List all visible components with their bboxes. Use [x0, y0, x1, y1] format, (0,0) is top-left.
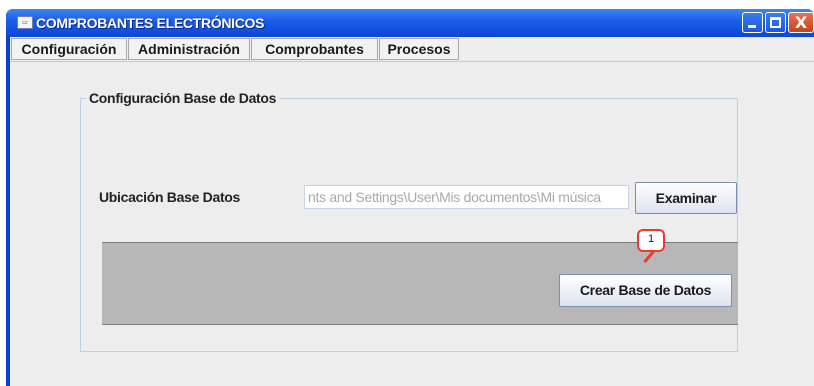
database-location-label: Ubicación Base Datos	[99, 189, 241, 205]
menu-administracion[interactable]: Administración	[128, 38, 250, 60]
close-button[interactable]: X	[788, 12, 814, 33]
title-bar[interactable]: ▭ COMPROBANTES ELECTRÓNICOS X	[6, 9, 814, 37]
app-window: ▭ COMPROBANTES ELECTRÓNICOS X Configurac…	[6, 9, 814, 386]
window-title: COMPROBANTES ELECTRÓNICOS	[36, 15, 265, 31]
create-database-button[interactable]: Crear Base de Datos	[559, 274, 732, 307]
maximize-button[interactable]	[765, 12, 786, 33]
minimize-button[interactable]	[742, 12, 763, 33]
menu-bar: Configuración Administración Comprobante…	[10, 37, 814, 62]
step-callout-badge: 1	[637, 229, 665, 252]
window-content: Configuración Administración Comprobante…	[10, 37, 814, 386]
minimize-icon	[748, 25, 756, 28]
close-icon: X	[794, 13, 808, 32]
menu-comprobantes[interactable]: Comprobantes	[251, 38, 378, 60]
browse-button[interactable]: Examinar	[635, 182, 737, 214]
panel-title: Configuración Base de Datos	[86, 90, 280, 106]
menu-configuracion[interactable]: Configuración	[11, 38, 127, 60]
maximize-icon	[770, 17, 781, 28]
database-path-field[interactable]: nts and Settings\User\Mis documentos\Mi …	[304, 185, 629, 209]
app-icon: ▭	[17, 16, 33, 29]
menu-procesos[interactable]: Procesos	[379, 38, 459, 60]
